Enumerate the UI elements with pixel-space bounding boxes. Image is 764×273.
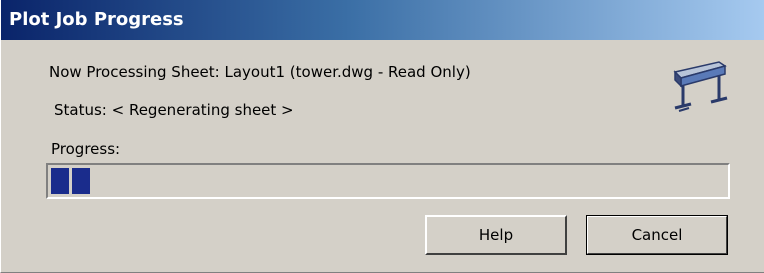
progress-bar [46,163,730,199]
plot-job-progress-dialog: Plot Job Progress Now Processing Sheet: … [0,0,764,273]
window-title: Plot Job Progress [1,0,764,40]
help-button[interactable]: Help [425,215,567,255]
progress-label: Progress: [51,140,121,158]
progress-block [72,168,90,194]
progress-block [51,168,69,194]
plotter-icon [673,61,728,112]
processing-sheet-text: Now Processing Sheet: Layout1 (tower.dwg… [49,63,471,81]
progress-bar-fill [51,168,90,194]
status-text: Status: < Regenerating sheet > [54,101,294,119]
cancel-button[interactable]: Cancel [586,215,728,255]
